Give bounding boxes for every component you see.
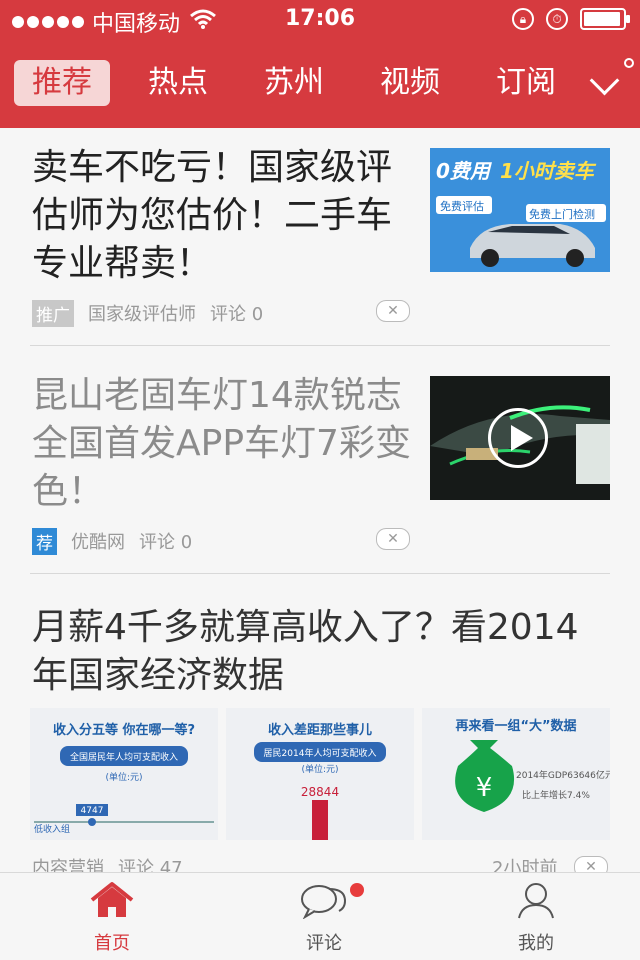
ad-tag-right: 免费上门检测 [529,207,595,221]
dismiss-button[interactable]: ✕ [376,300,410,322]
car-ad-image: 0费用 1小时卖车 免费评估 免费上门检测 [430,148,610,272]
rotation-lock-icon: 🔒︎ [512,8,534,30]
battery-icon [580,8,630,30]
tab-home[interactable]: 首页 [52,881,172,955]
article-image[interactable]: 收入差距那些事儿 居民2014年人均可支配收入 (单位:元) 28844 [226,708,414,840]
infographic-unit: (单位:元) [105,771,142,783]
article-time: 2小时前 [492,858,558,872]
infographic-gdp: 再来看一组“大”数据 ¥ 2014年GDP63646亿元 比上年增长7.4% [422,708,610,840]
tab-video[interactable]: 视频 [362,60,458,106]
dismiss-button[interactable]: ✕ [574,856,608,872]
infographic-unit: (单位:元) [301,763,338,775]
new-channel-indicator-icon [624,58,634,68]
play-icon[interactable] [488,408,548,468]
promo-badge: 推广 [32,299,74,327]
tab-comments-label: 评论 [306,933,342,954]
svg-text:¥: ¥ [476,773,493,803]
tab-profile[interactable]: 我的 [476,881,596,955]
ad-thumbnail[interactable]: 0费用 1小时卖车 免费评估 免费上门检测 [430,148,610,272]
comment-count: 评论 0 [139,532,193,553]
comment-count: 评论 0 [210,304,264,325]
article-image[interactable]: 再来看一组“大”数据 ¥ 2014年GDP63646亿元 比上年增长7.4% [422,708,610,840]
status-bar: 中国移动 17:06 🔒︎ ⏱︎ [0,0,640,40]
list-item[interactable]: 卖车不吃亏！国家级评估师为您估价！二手车专业帮卖！ 0费用 1小时卖车 免费评估… [0,128,640,344]
infographic-value: 4747 [81,806,104,816]
status-right: 🔒︎ ⏱︎ [512,8,630,30]
infographic-banner: 居民2014年人均可支配收入 [264,747,377,759]
bottom-tab-bar: 首页 评论 我的 [0,872,640,960]
article-title[interactable]: 卖车不吃亏！国家级评估师为您估价！二手车专业帮卖！ [32,144,412,288]
unread-dot-icon [350,883,364,897]
tab-suzhou[interactable]: 苏州 [246,60,342,106]
tab-subscribe[interactable]: 订阅 [478,60,574,106]
infographic-title: 收入分五等 你在哪一等? [53,722,195,738]
infographic-gdp-line: 2014年GDP63646亿元 [516,769,610,781]
tab-profile-label: 我的 [518,933,554,954]
infographic-banner: 全国居民年人均可支配收入 [70,751,178,763]
article-meta: 荐 优酷网 评论 0 [32,526,192,556]
tab-home-label: 首页 [94,933,130,954]
infographic-axis-label: 低收入组 [34,823,70,835]
tab-hot[interactable]: 热点 [130,60,226,106]
home-icon [90,882,134,917]
infographic-income-gap: 收入差距那些事儿 居民2014年人均可支配收入 (单位:元) 28844 [226,708,414,840]
user-icon [518,883,554,919]
article-source: 国家级评估师 [88,304,196,325]
infographic-growth-line: 比上年增长7.4% [522,789,590,801]
infographic-value: 28844 [301,785,339,799]
ad-headline-b: 1小时卖车 [500,159,597,183]
ad-tag-left: 免费评估 [440,199,484,213]
article-title[interactable]: 月薪4千多就算高收入了？看2014年国家经济数据 [32,604,592,700]
ad-headline-a: 0费用 [436,159,493,183]
app-header: 中国移动 17:06 🔒︎ ⏱︎ 推荐 热点 苏州 视频 订阅 [0,0,640,128]
article-meta: 推广 国家级评估师 评论 0 [32,298,263,328]
video-thumbnail[interactable] [430,376,610,500]
recommend-badge: 荐 [32,527,57,555]
chat-bubble-icon [301,885,347,920]
infographic-income-groups: 收入分五等 你在哪一等? 全国居民年人均可支配收入 (单位:元) 4747 低收… [30,708,218,840]
article-title[interactable]: 昆山老固车灯14款锐志全国首发APP车灯7彩变色！ [32,372,412,516]
comment-count: 评论 47 [118,858,183,872]
tab-comments[interactable]: 评论 [264,881,384,955]
dismiss-button[interactable]: ✕ [376,528,410,550]
news-feed[interactable]: 卖车不吃亏！国家级评估师为您估价！二手车专业帮卖！ 0费用 1小时卖车 免费评估… [0,128,640,872]
infographic-title: 再来看一组“大”数据 [455,718,576,734]
article-image[interactable]: 收入分五等 你在哪一等? 全国居民年人均可支配收入 (单位:元) 4747 低收… [30,708,218,840]
infographic-title: 收入差距那些事儿 [268,722,372,738]
alarm-icon: ⏱︎ [546,8,568,30]
channel-tabs: 推荐 热点 苏州 视频 订阅 [0,56,640,112]
article-source: 优酷网 [71,532,125,553]
article-meta: 内容营销 评论 47 [32,852,183,872]
tab-recommend[interactable]: 推荐 [14,60,110,106]
chevron-down-icon[interactable] [586,66,626,106]
list-item[interactable]: 昆山老固车灯14款锐志全国首发APP车灯7彩变色！ 荐 优酷网 评论 0 ✕ [0,346,640,574]
article-source: 内容营销 [32,858,104,872]
